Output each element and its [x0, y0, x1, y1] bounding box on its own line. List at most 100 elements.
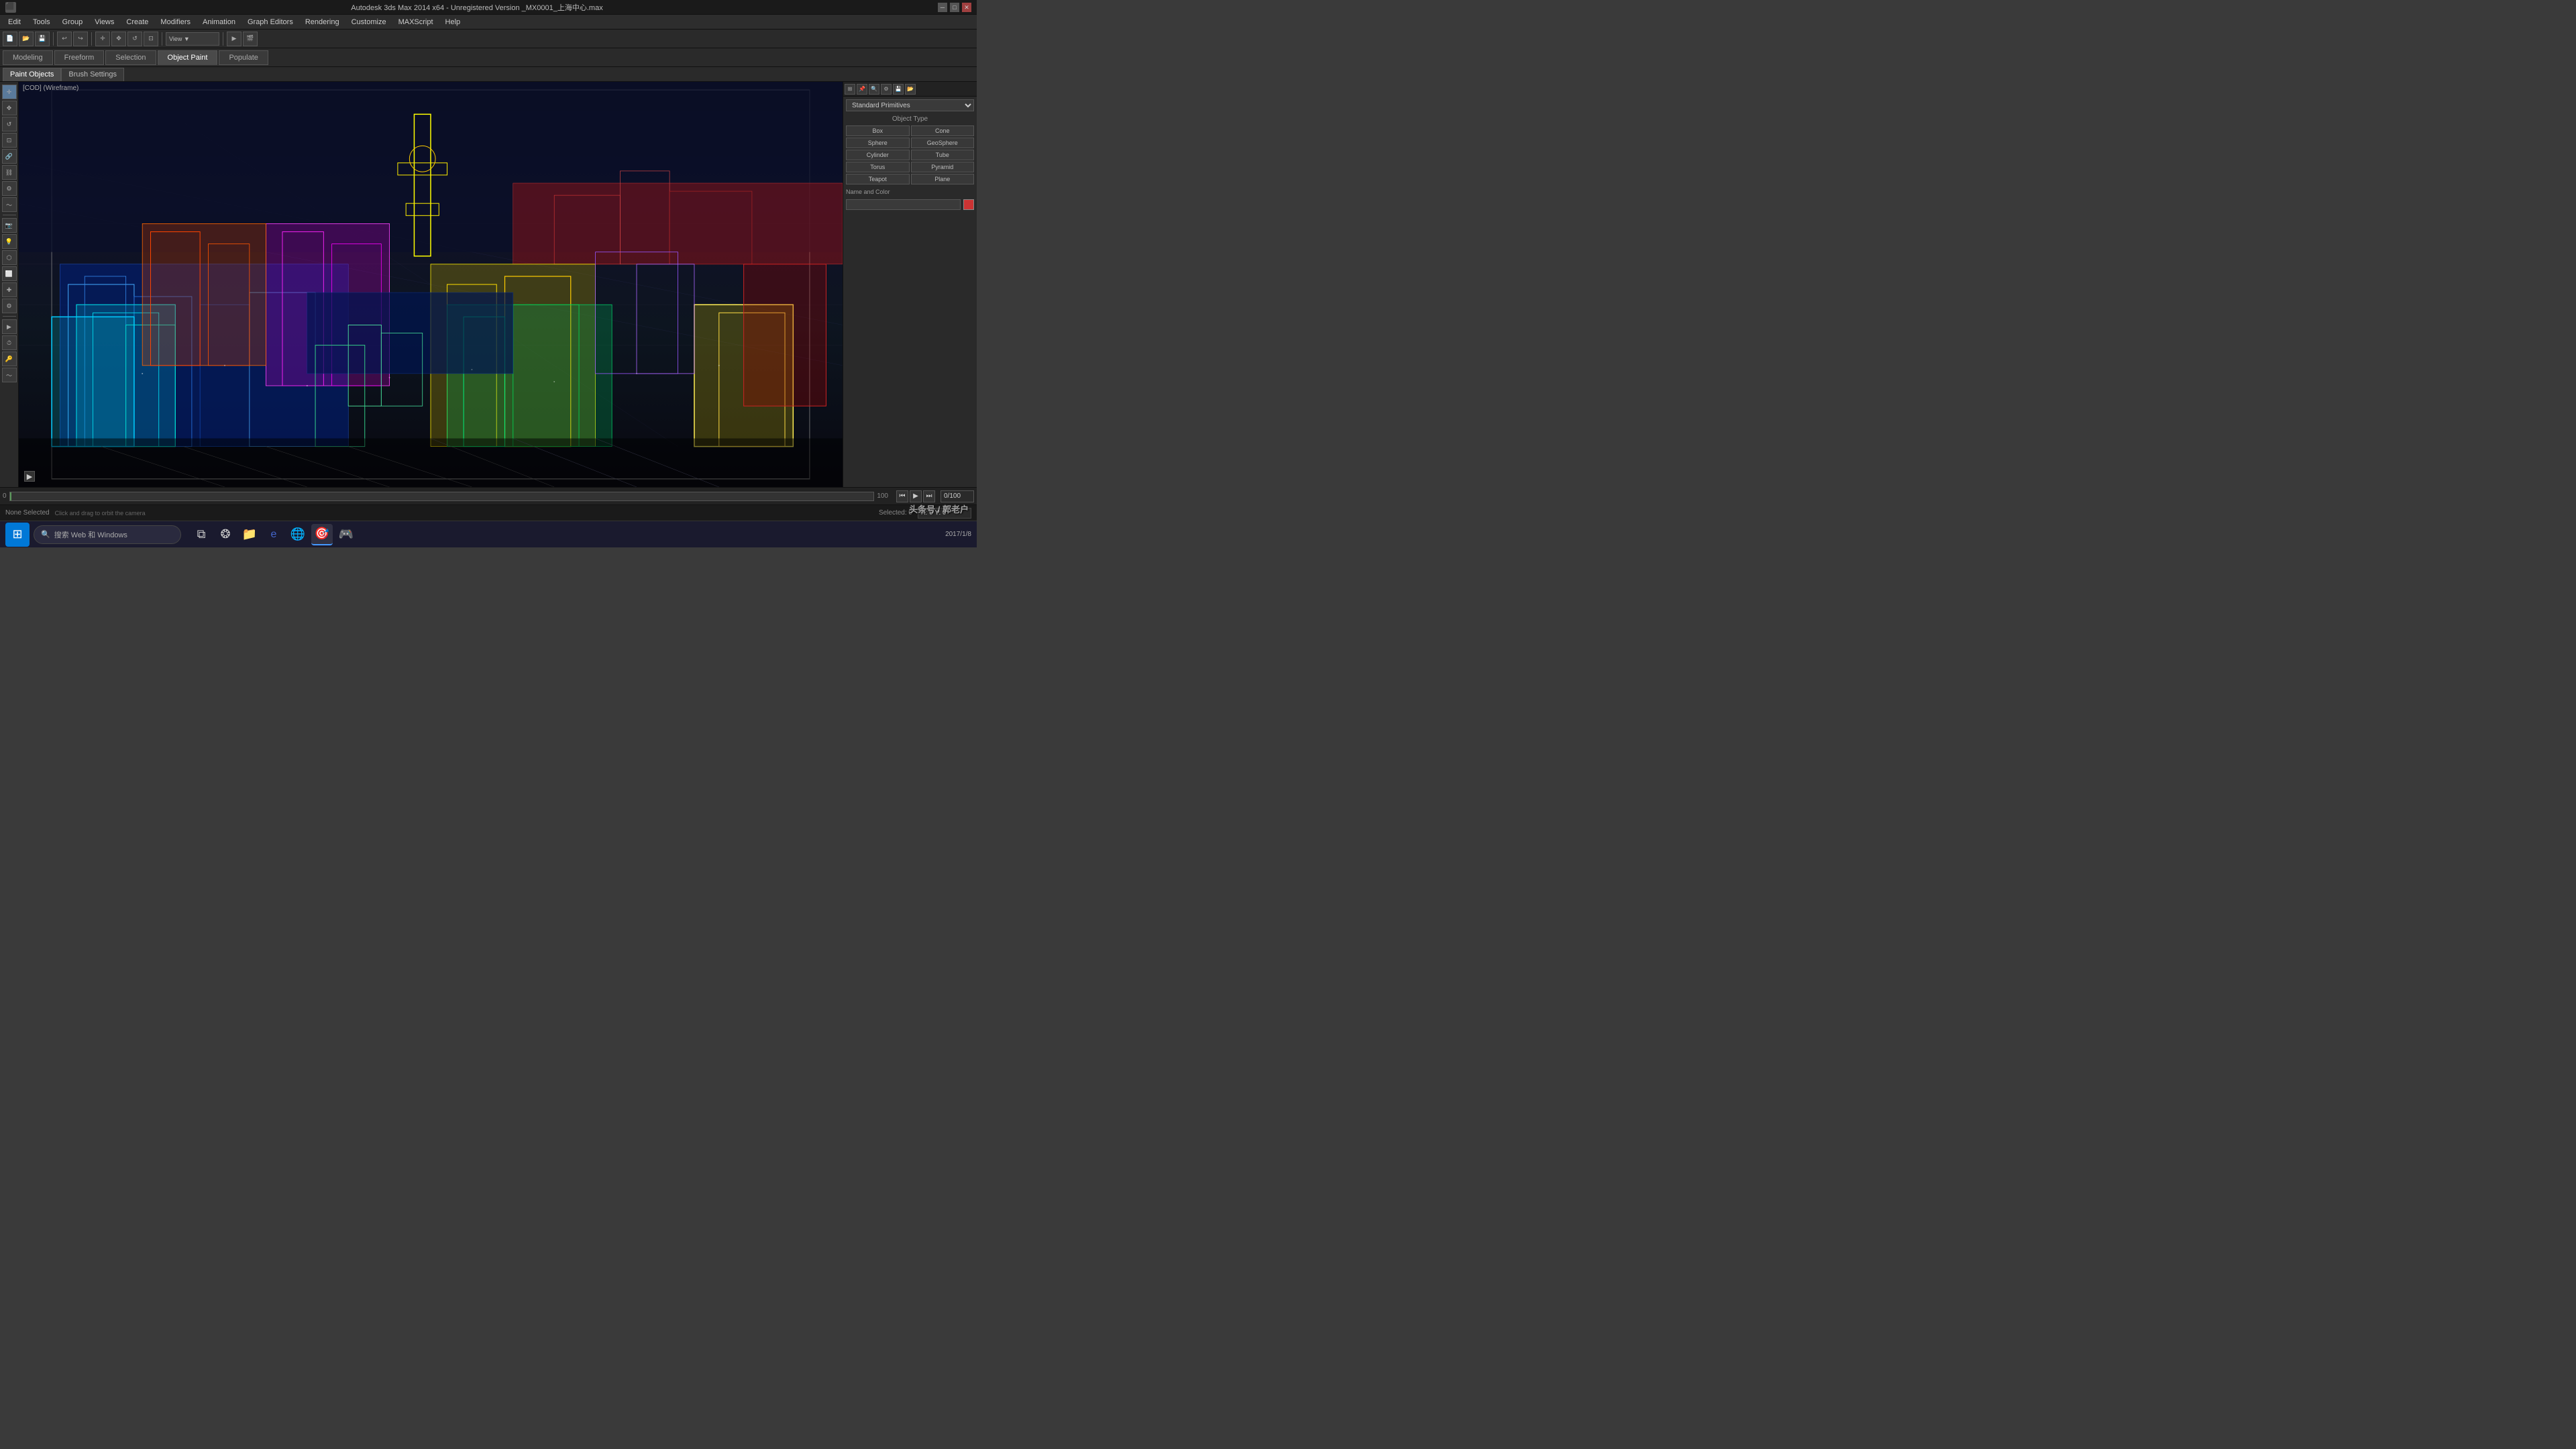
- primitive-btn-geosphere[interactable]: GeoSphere: [911, 138, 975, 148]
- search-icon: 🔍: [41, 530, 50, 539]
- close-button[interactable]: ✕: [962, 3, 971, 12]
- toolbar-move[interactable]: ✥: [111, 32, 126, 46]
- tool-system[interactable]: ⚙: [2, 299, 17, 313]
- rp-btn-3[interactable]: 🔍: [869, 84, 879, 95]
- primitive-btn-torus[interactable]: Torus: [846, 162, 910, 172]
- frame-end: 100: [877, 492, 888, 500]
- menu-item-menu-rendering[interactable]: Rendering: [300, 17, 345, 28]
- menu-item-menu-graph-editors[interactable]: Graph Editors: [242, 17, 299, 28]
- frame-counter[interactable]: 0/100: [941, 490, 974, 502]
- taskbar-icon-folder[interactable]: 📁: [239, 524, 260, 545]
- menu-item-menu-help[interactable]: Help: [440, 17, 466, 28]
- tool-light[interactable]: 💡: [2, 234, 17, 249]
- secondary-tab-object-paint[interactable]: Object Paint: [158, 50, 218, 65]
- menu-item-menu-views[interactable]: Views: [89, 17, 119, 28]
- minimize-button[interactable]: ─: [938, 3, 947, 12]
- tool-rotate[interactable]: ↺: [2, 117, 17, 131]
- primitive-btn-cylinder[interactable]: Cylinder: [846, 150, 910, 160]
- secondary-tab-modeling[interactable]: Modeling: [3, 50, 53, 65]
- window-controls: ─ □ ✕: [938, 3, 971, 12]
- toolbar-save[interactable]: 💾: [35, 32, 50, 46]
- tool-curve[interactable]: 〜: [2, 368, 17, 382]
- tool-spacewarp[interactable]: 〜: [2, 197, 17, 212]
- tool-key[interactable]: 🔑: [2, 352, 17, 366]
- secondary-tab-populate[interactable]: Populate: [219, 50, 268, 65]
- secondary-tab-selection[interactable]: Selection: [105, 50, 156, 65]
- right-panel-toolbar: ⊞ 📌 🔍 ⚙ 💾 📂: [843, 82, 977, 97]
- rp-btn-5[interactable]: 💾: [893, 84, 904, 95]
- menu-item-menu-customize[interactable]: Customize: [346, 17, 392, 28]
- menu-item-menu-edit[interactable]: Edit: [3, 17, 26, 28]
- primitive-btn-plane[interactable]: Plane: [911, 174, 975, 184]
- maximize-button[interactable]: □: [950, 3, 959, 12]
- taskbar-task-view[interactable]: ⧉: [191, 524, 212, 545]
- viewport[interactable]: [COD] (Wireframe): [19, 82, 843, 487]
- toolbar-rotate[interactable]: ↺: [127, 32, 142, 46]
- taskbar-icon-ie[interactable]: e: [263, 524, 284, 545]
- primitive-btn-sphere[interactable]: Sphere: [846, 138, 910, 148]
- taskbar-icon-3dsmax[interactable]: 🎯: [311, 524, 333, 545]
- primitive-btn-teapot[interactable]: Teapot: [846, 174, 910, 184]
- menu-item-menu-modifiers[interactable]: Modifiers: [155, 17, 196, 28]
- rp-btn-2[interactable]: 📌: [857, 84, 867, 95]
- tool-unlink[interactable]: ⛓: [2, 165, 17, 180]
- sub-tab-paint-objects[interactable]: Paint Objects: [3, 68, 61, 81]
- primitive-btn-tube[interactable]: Tube: [911, 150, 975, 160]
- primitive-dropdown[interactable]: Standard Primitives: [846, 99, 974, 111]
- tool-play[interactable]: ▶: [2, 319, 17, 334]
- primitive-grid: BoxConeSphereGeoSphereCylinderTubeTorusP…: [846, 125, 974, 184]
- prev-frame-btn[interactable]: ⏮: [896, 490, 908, 502]
- taskbar-icon-fan[interactable]: ❂: [215, 524, 236, 545]
- primitive-btn-box[interactable]: Box: [846, 125, 910, 136]
- toolbar-undo[interactable]: ↩: [57, 32, 72, 46]
- tool-helper[interactable]: ✚: [2, 282, 17, 297]
- toolbar-scale[interactable]: ⊡: [144, 32, 158, 46]
- taskbar-icon-edge[interactable]: 🌐: [287, 524, 309, 545]
- toolbar-dropdown[interactable]: View ▼: [166, 32, 219, 46]
- name-color-row: Name and Color: [846, 189, 974, 195]
- toolbar-new[interactable]: 📄: [3, 32, 17, 46]
- secondary-tab-freeform[interactable]: Freeform: [54, 50, 105, 65]
- rp-btn-6[interactable]: 📂: [905, 84, 916, 95]
- taskbar-search[interactable]: 🔍 搜索 Web 和 Windows: [34, 525, 181, 544]
- toolbar-render-frame[interactable]: 🎬: [243, 32, 258, 46]
- toolbar-render[interactable]: ▶: [227, 32, 241, 46]
- next-frame-btn[interactable]: ⏭: [923, 490, 935, 502]
- status-selected: Selected: 0: [879, 509, 912, 517]
- toolbar-open[interactable]: 📂: [19, 32, 34, 46]
- menu-item-menu-maxscript[interactable]: MAXScript: [393, 17, 439, 28]
- app-icon: ⬛: [5, 2, 16, 13]
- rp-btn-4[interactable]: ⚙: [881, 84, 892, 95]
- primitive-btn-cone[interactable]: Cone: [911, 125, 975, 136]
- start-button[interactable]: ⊞: [5, 523, 30, 547]
- menu-item-menu-animation[interactable]: Animation: [197, 17, 241, 28]
- timeline-bar[interactable]: [9, 492, 875, 501]
- status-hint: Click and drag to orbit the camera: [55, 510, 146, 517]
- primitive-btn-pyramid[interactable]: Pyramid: [911, 162, 975, 172]
- separator-2: [91, 32, 92, 46]
- play-btn[interactable]: ▶: [910, 490, 922, 502]
- menu-item-menu-create[interactable]: Create: [121, 17, 154, 28]
- tool-scale[interactable]: ⊡: [2, 133, 17, 148]
- tool-time[interactable]: ⏱: [2, 335, 17, 350]
- tool-shape[interactable]: ⬜: [2, 266, 17, 281]
- rp-btn-1[interactable]: ⊞: [845, 84, 855, 95]
- main-toolbar: 📄 📂 💾 ↩ ↪ ✛ ✥ ↺ ⊡ View ▼ ▶ 🎬: [0, 30, 977, 48]
- toolbar-select[interactable]: ✛: [95, 32, 110, 46]
- menu-item-menu-group[interactable]: Group: [57, 17, 89, 28]
- tool-select[interactable]: ✛: [2, 85, 17, 99]
- menu-item-menu-tools[interactable]: Tools: [28, 17, 56, 28]
- name-input[interactable]: [846, 199, 961, 210]
- color-swatch[interactable]: [963, 199, 974, 210]
- tool-move[interactable]: ✥: [2, 101, 17, 115]
- tool-geometry[interactable]: ⬡: [2, 250, 17, 265]
- name-color-label: Name and Color: [846, 189, 890, 195]
- tool-link[interactable]: 🔗: [2, 149, 17, 164]
- toolbar-redo[interactable]: ↪: [73, 32, 88, 46]
- viewport-play-btn[interactable]: ▶: [24, 471, 35, 482]
- sub-tab-brush-settings[interactable]: Brush Settings: [61, 68, 124, 81]
- taskbar-icon-app2[interactable]: 🎮: [335, 524, 357, 545]
- taskbar-right: 2017/1/8: [945, 531, 971, 538]
- tool-bind[interactable]: ⚙: [2, 181, 17, 196]
- tool-camera[interactable]: 📷: [2, 218, 17, 233]
